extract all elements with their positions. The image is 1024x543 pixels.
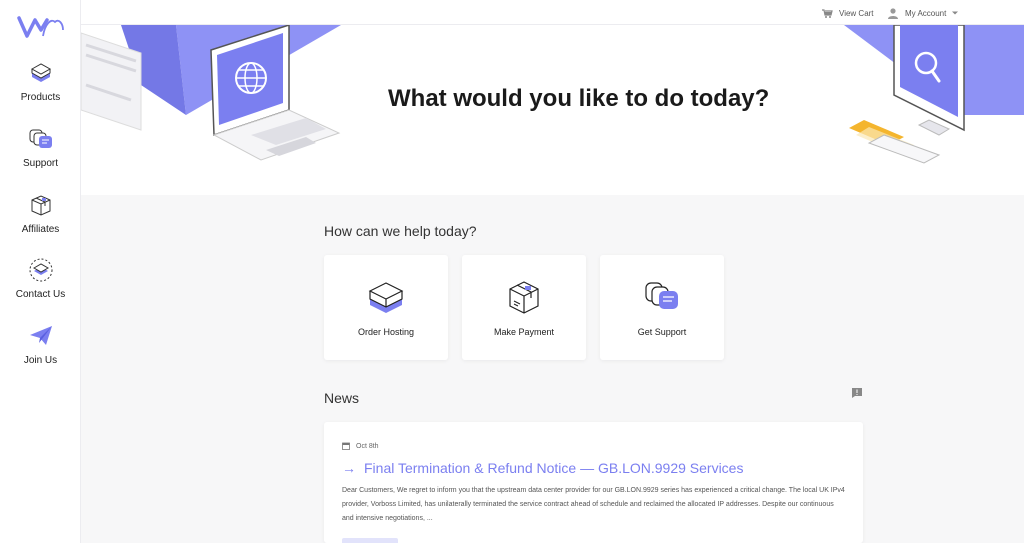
paper-plane-icon: [29, 326, 52, 345]
sidebar-item-contact[interactable]: Contact Us: [0, 257, 81, 300]
get-support-card[interactable]: Get Support: [600, 255, 724, 360]
sidebar-item-affiliates[interactable]: Affiliates: [0, 192, 81, 235]
sidebar-item-label: Products: [20, 92, 61, 103]
caret-down-icon: [952, 11, 959, 15]
news-title-text: Final Termination & Refund Notice — GB.L…: [364, 460, 744, 476]
news-title-link[interactable]: → Final Termination & Refund Notice — GB…: [342, 460, 743, 476]
arrow-right-icon: →: [342, 460, 356, 476]
sidebar-item-join[interactable]: Join Us: [0, 323, 81, 366]
calendar-icon: [342, 442, 350, 450]
view-cart-link[interactable]: View Cart: [821, 7, 874, 19]
news-date: Oct 8th: [342, 442, 379, 450]
hero-title: What would you like to do today?: [388, 85, 770, 112]
news-item: Oct 8th → Final Termination & Refund Not…: [324, 422, 863, 543]
view-cart-label: View Cart: [839, 8, 874, 18]
card-label: Make Payment: [493, 327, 555, 337]
my-account-label: My Account: [905, 8, 947, 18]
read-more-button[interactable]: [342, 538, 398, 543]
sidebar-item-label: Contact Us: [15, 289, 66, 300]
sidebar-item-support[interactable]: Support: [0, 126, 81, 169]
my-account-menu[interactable]: My Account: [887, 7, 959, 19]
package-icon: [31, 195, 50, 216]
order-hosting-card[interactable]: Order Hosting: [324, 255, 448, 360]
chat-bubbles-icon: [29, 129, 52, 148]
sidebar-item-label: Join Us: [23, 355, 58, 366]
news-heading: News: [324, 390, 360, 406]
chat-bubbles-icon: [645, 282, 678, 309]
package-icon: [509, 281, 539, 314]
desktop-illustration: [844, 25, 1024, 164]
brand-logo[interactable]: [17, 14, 65, 40]
card-label: Get Support: [637, 327, 687, 337]
layers-icon: [29, 258, 52, 282]
cart-icon: [822, 9, 833, 18]
card-label: Order Hosting: [357, 327, 415, 337]
box-icon: [368, 282, 404, 313]
user-icon: [888, 8, 898, 19]
help-heading: How can we help today?: [324, 223, 477, 239]
box-icon: [30, 63, 51, 82]
sidebar-item-products[interactable]: Products: [0, 60, 81, 103]
top-bar: View Cart My Account: [81, 0, 1024, 25]
sidebar-item-label: Support: [22, 158, 59, 169]
news-feed-icon[interactable]: [851, 387, 863, 399]
news-body: Dear Customers, We regret to inform you …: [342, 487, 845, 522]
laptop-illustration: [81, 25, 341, 161]
make-payment-card[interactable]: Make Payment: [462, 255, 586, 360]
hero-banner: What would you like to do today?: [81, 25, 1024, 195]
sidebar-item-label: Affiliates: [21, 224, 60, 235]
news-date-text: Oct 8th: [356, 442, 379, 450]
sidebar: Products Support Affiliates Contact Us J…: [0, 0, 81, 543]
